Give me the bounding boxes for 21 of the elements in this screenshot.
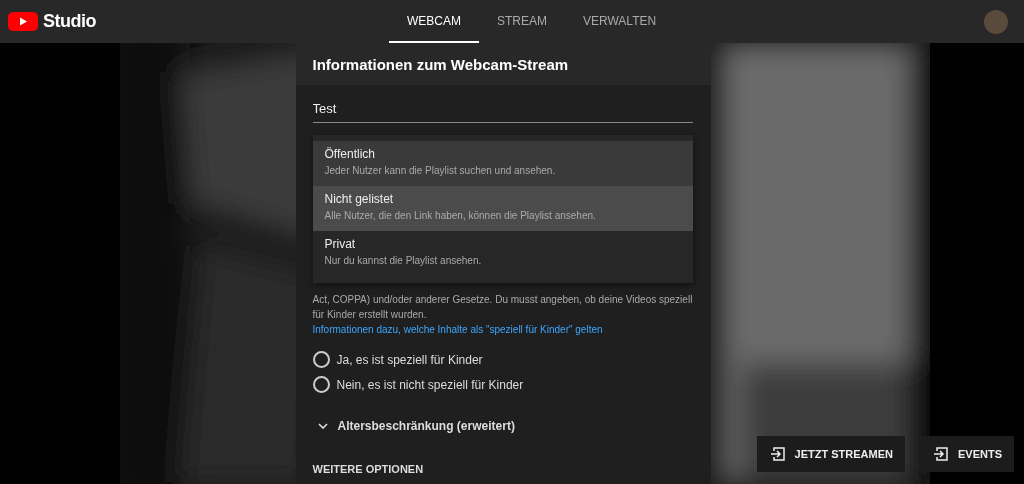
radio-button[interactable] (312, 351, 330, 368)
enter-icon (934, 447, 948, 461)
radio-button[interactable] (312, 376, 330, 393)
coppa-link[interactable]: Informationen dazu, welche Inhalte als "speziell für Kinder" gelten (312, 324, 603, 335)
menu-item[interactable]: Nicht gelistet Alle Nutzer, die den Link haben, können die Playlist ansehen. (312, 186, 693, 231)
tab[interactable]: VERWALTEN (565, 0, 675, 43)
action-button[interactable]: JETZT STREAMEN (756, 436, 905, 472)
age-restriction-toggle[interactable]: Altersbeschränkung (erweitert) (317, 419, 515, 433)
radio-label[interactable]: Ja, es ist speziell für Kinder (336, 352, 483, 367)
action-button[interactable]: EVENTS (920, 436, 1014, 472)
logo-icon (8, 12, 38, 31)
more-options-heading[interactable]: WEITERE OPTIONEN (312, 463, 424, 475)
dialog-title: Informationen zum Webcam-Stream (312, 55, 569, 73)
title-field[interactable]: Test (312, 97, 693, 123)
radio-label[interactable]: Nein, es ist nicht speziell für Kinder (336, 377, 524, 392)
menu-item[interactable]: Öffentlich Jeder Nutzer kann die Playlist suchen und ansehen. (312, 141, 693, 186)
enter-icon (770, 447, 785, 461)
tab[interactable]: STREAM (479, 0, 565, 43)
menu-item[interactable]: Privat Nur du kannst die Playlist ansehen. (312, 231, 693, 276)
coppa-text: Act, COPPA) und/oder anderer Gesetze. Du musst angeben, ob deine Videos speziell für Kinder erstellt wurden. Informationen dazu, welche Inhalte als "speziell für Kinder" gelten (312, 293, 694, 337)
logo-text: Studio (43, 11, 96, 32)
